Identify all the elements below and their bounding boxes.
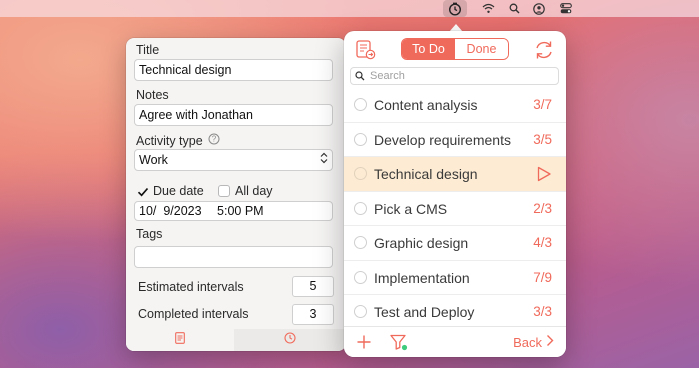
- activity-type-select[interactable]: Work: [134, 149, 333, 171]
- task-complete-radio[interactable]: [354, 167, 367, 180]
- timer-app-icon[interactable]: [443, 0, 467, 17]
- title-label: Title: [136, 43, 160, 57]
- wifi-icon[interactable]: [480, 0, 496, 17]
- export-list-icon[interactable]: [356, 40, 376, 65]
- all-day-checkbox[interactable]: [218, 185, 230, 197]
- task-interval-count: 3/7: [533, 97, 552, 112]
- task-interval-count: 7/9: [533, 269, 552, 285]
- done-segment[interactable]: Done: [455, 39, 508, 59]
- task-complete-radio[interactable]: [354, 236, 367, 249]
- due-date-label: Due date: [153, 184, 204, 198]
- task-row[interactable]: Content analysis 3/7: [344, 88, 566, 123]
- back-button[interactable]: Back: [513, 334, 554, 350]
- estimated-intervals-field[interactable]: 5: [292, 276, 334, 297]
- task-title: Develop requirements: [374, 131, 511, 148]
- popover-footer: Back: [344, 326, 566, 357]
- date-value[interactable]: 10/ 9/2023: [139, 204, 202, 218]
- task-title: Implementation: [374, 269, 470, 286]
- task-complete-radio[interactable]: [354, 270, 367, 284]
- task-title: Content analysis: [374, 97, 478, 113]
- task-title: Technical design: [374, 166, 478, 182]
- question-circle-icon[interactable]: ?: [208, 133, 220, 148]
- task-row[interactable]: Implementation 7/9: [344, 261, 566, 295]
- search-icon: [355, 71, 365, 81]
- menu-bar: [0, 0, 699, 17]
- task-detail-panel: Title Technical design Notes Agree with …: [126, 38, 346, 351]
- task-interval-count: 3/3: [533, 304, 552, 319]
- task-interval-count: 2/3: [533, 200, 552, 216]
- chevron-right-icon: [546, 334, 554, 350]
- svg-text:?: ?: [211, 135, 216, 144]
- completed-intervals-label: Completed intervals: [138, 307, 249, 321]
- timer-tab[interactable]: [234, 329, 346, 351]
- sync-icon[interactable]: [533, 39, 555, 66]
- clock-icon: [284, 331, 296, 349]
- todo-segment[interactable]: To Do: [402, 39, 455, 59]
- search-icon[interactable]: [507, 0, 521, 17]
- user-account-icon[interactable]: [532, 0, 546, 17]
- due-datetime-field[interactable]: 10/ 9/2023 5:00 PM: [134, 201, 333, 221]
- task-title: Pick a CMS: [374, 200, 448, 217]
- activity-type-label: Activity type: [136, 133, 203, 148]
- task-interval-count: 4/3: [533, 235, 552, 250]
- notes-field[interactable]: Agree with Jonathan: [134, 104, 333, 126]
- task-title: Test and Deploy: [374, 304, 475, 320]
- activity-type-value: Work: [139, 152, 168, 167]
- chevron-updown-icon: [320, 152, 328, 168]
- filter-icon[interactable]: [390, 334, 408, 356]
- task-interval-count: 3/5: [533, 131, 552, 147]
- task-complete-radio[interactable]: [354, 132, 367, 146]
- estimated-intervals-label: Estimated intervals: [138, 280, 244, 294]
- control-center-icon[interactable]: [559, 0, 573, 17]
- back-label: Back: [513, 334, 542, 350]
- document-icon: [175, 331, 185, 349]
- due-date-checkbox[interactable]: [137, 185, 149, 197]
- completed-intervals-field[interactable]: 3: [292, 304, 334, 325]
- task-complete-radio[interactable]: [354, 98, 367, 111]
- todo-done-toggle: To Do Done: [401, 38, 509, 60]
- search-placeholder: Search: [370, 70, 405, 82]
- detail-tab-bar: [126, 329, 346, 351]
- task-row[interactable]: Graphic design 4/3: [344, 226, 566, 261]
- activity-type-row: Activity type ?: [136, 133, 220, 148]
- task-row[interactable]: Test and Deploy 3/3: [344, 295, 566, 330]
- notes-tab[interactable]: [126, 329, 234, 351]
- notes-label: Notes: [136, 88, 169, 102]
- search-field[interactable]: Search: [350, 67, 559, 85]
- all-day-label: All day: [235, 184, 273, 198]
- time-value[interactable]: 5:00 PM: [217, 204, 264, 218]
- title-field[interactable]: Technical design: [134, 59, 333, 81]
- tags-field[interactable]: [134, 246, 333, 268]
- task-row[interactable]: Pick a CMS 2/3: [344, 192, 566, 226]
- task-title: Graphic design: [374, 235, 469, 251]
- task-row-selected[interactable]: Technical design: [344, 157, 566, 192]
- task-complete-radio[interactable]: [354, 305, 367, 318]
- task-complete-radio[interactable]: [354, 201, 367, 215]
- tags-label: Tags: [136, 227, 163, 241]
- play-icon[interactable]: [536, 166, 552, 187]
- add-icon[interactable]: [356, 334, 372, 355]
- task-row[interactable]: Develop requirements 3/5: [344, 123, 566, 157]
- task-list-popover: To Do Done Search Content analysis 3/7 D…: [344, 31, 566, 357]
